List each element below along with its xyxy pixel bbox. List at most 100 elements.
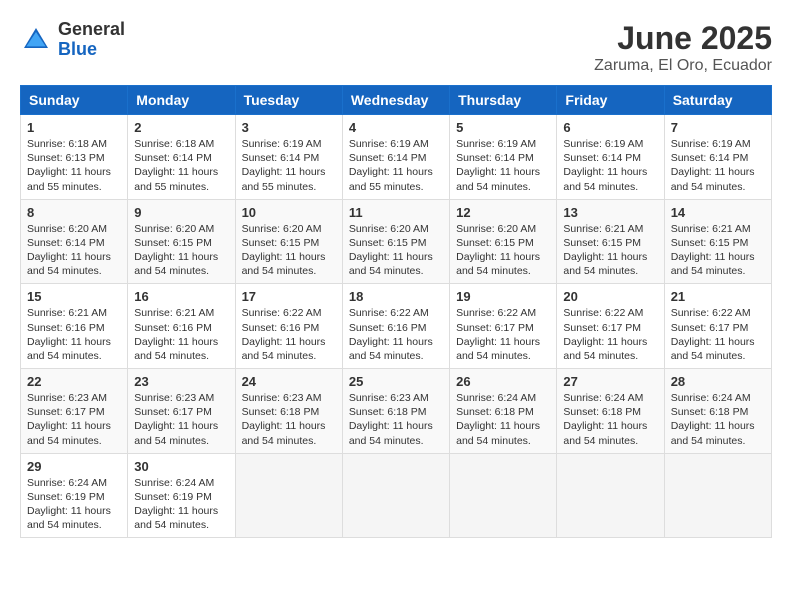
day-info: Sunrise: 6:23 AMSunset: 6:17 PMDaylight:…: [134, 391, 228, 448]
day-info: Sunrise: 6:24 AMSunset: 6:19 PMDaylight:…: [27, 476, 121, 533]
day-number: 12: [456, 205, 550, 220]
table-row: 24Sunrise: 6:23 AMSunset: 6:18 PMDayligh…: [235, 369, 342, 454]
col-tuesday: Tuesday: [235, 86, 342, 115]
table-row: 8 Sunrise: 6:20 AMSunset: 6:14 PMDaylight…: [21, 199, 128, 284]
col-thursday: Thursday: [450, 86, 557, 115]
calendar-header-row: Sunday Monday Tuesday Wednesday Thursday…: [21, 86, 772, 115]
day-number: 26: [456, 374, 550, 389]
day-number: 24: [242, 374, 336, 389]
day-info: Sunrise: 6:20 AMSunset: 6:15 PMDaylight:…: [456, 222, 550, 279]
day-info: Sunrise: 6:22 AMSunset: 6:17 PMDaylight:…: [456, 306, 550, 363]
table-row: 26 Sunrise: 6:24 AMSunset: 6:18 PMDayligh…: [450, 369, 557, 454]
day-number: 18: [349, 289, 443, 304]
logo-icon: [20, 24, 52, 56]
day-number: 19: [456, 289, 550, 304]
day-info: Sunrise: 6:18 AMSunset: 6:14 PMDaylight:…: [134, 137, 228, 194]
calendar-week-row: 29 Sunrise: 6:24 AMSunset: 6:19 PMDayligh…: [21, 453, 772, 538]
day-info: Sunrise: 6:22 AMSunset: 6:16 PMDaylight:…: [242, 306, 336, 363]
day-info: Sunrise: 6:20 AMSunset: 6:15 PMDaylight:…: [242, 222, 336, 279]
day-number: 2: [134, 120, 228, 135]
day-info: Sunrise: 6:24 AMSunset: 6:18 PMDaylight:…: [456, 391, 550, 448]
day-number: 17: [242, 289, 336, 304]
table-row: 19 Sunrise: 6:22 AMSunset: 6:17 PMDayligh…: [450, 284, 557, 369]
table-row: 30 Sunrise: 6:24 AMSunset: 6:19 PMDayligh…: [128, 453, 235, 538]
col-sunday: Sunday: [21, 86, 128, 115]
table-row: [235, 453, 342, 538]
day-info: Sunrise: 6:22 AMSunset: 6:17 PMDaylight:…: [563, 306, 657, 363]
day-info: Sunrise: 6:20 AMSunset: 6:15 PMDaylight:…: [134, 222, 228, 279]
day-info: Sunrise: 6:24 AMSunset: 6:19 PMDaylight:…: [134, 476, 228, 533]
day-number: 13: [563, 205, 657, 220]
day-info: Sunrise: 6:24 AMSunset: 6:18 PMDaylight:…: [671, 391, 765, 448]
day-number: 28: [671, 374, 765, 389]
day-number: 14: [671, 205, 765, 220]
calendar-week-row: 1 Sunrise: 6:18 AMSunset: 6:13 PMDaylight…: [21, 115, 772, 200]
day-number: 1: [27, 120, 121, 135]
month-title: June 2025: [594, 20, 772, 57]
table-row: 21 Sunrise: 6:22 AMSunset: 6:17 PMDayligh…: [664, 284, 771, 369]
table-row: [450, 453, 557, 538]
logo: General Blue: [20, 20, 125, 60]
day-number: 30: [134, 459, 228, 474]
table-row: 18 Sunrise: 6:22 AMSunset: 6:16 PMDayligh…: [342, 284, 449, 369]
day-number: 9: [134, 205, 228, 220]
day-info: Sunrise: 6:23 AMSunset: 6:18 PMDaylight:…: [349, 391, 443, 448]
table-row: 14 Sunrise: 6:21 AMSunset: 6:15 PMDayligh…: [664, 199, 771, 284]
table-row: 17 Sunrise: 6:22 AMSunset: 6:16 PMDayligh…: [235, 284, 342, 369]
table-row: 4Sunrise: 6:19 AMSunset: 6:14 PMDaylight…: [342, 115, 449, 200]
day-info: Sunrise: 6:19 AMSunset: 6:14 PMDaylight:…: [671, 137, 765, 194]
table-row: 23 Sunrise: 6:23 AMSunset: 6:17 PMDayligh…: [128, 369, 235, 454]
table-row: 7 Sunrise: 6:19 AMSunset: 6:14 PMDaylight…: [664, 115, 771, 200]
day-info: Sunrise: 6:20 AMSunset: 6:14 PMDaylight:…: [27, 222, 121, 279]
table-row: 20Sunrise: 6:22 AMSunset: 6:17 PMDayligh…: [557, 284, 664, 369]
day-info: Sunrise: 6:22 AMSunset: 6:16 PMDaylight:…: [349, 306, 443, 363]
day-number: 5: [456, 120, 550, 135]
day-number: 22: [27, 374, 121, 389]
day-number: 7: [671, 120, 765, 135]
table-row: 27Sunrise: 6:24 AMSunset: 6:18 PMDayligh…: [557, 369, 664, 454]
day-number: 8: [27, 205, 121, 220]
col-friday: Friday: [557, 86, 664, 115]
col-wednesday: Wednesday: [342, 86, 449, 115]
col-monday: Monday: [128, 86, 235, 115]
table-row: 22Sunrise: 6:23 AMSunset: 6:17 PMDayligh…: [21, 369, 128, 454]
day-info: Sunrise: 6:19 AMSunset: 6:14 PMDaylight:…: [563, 137, 657, 194]
table-row: 2 Sunrise: 6:18 AMSunset: 6:14 PMDaylight…: [128, 115, 235, 200]
table-row: 28 Sunrise: 6:24 AMSunset: 6:18 PMDayligh…: [664, 369, 771, 454]
day-number: 4: [349, 120, 443, 135]
table-row: 5Sunrise: 6:19 AMSunset: 6:14 PMDaylight…: [450, 115, 557, 200]
logo-blue-label: Blue: [58, 40, 125, 60]
day-info: Sunrise: 6:22 AMSunset: 6:17 PMDaylight:…: [671, 306, 765, 363]
day-number: 29: [27, 459, 121, 474]
table-row: 3 Sunrise: 6:19 AMSunset: 6:14 PMDaylight…: [235, 115, 342, 200]
day-number: 23: [134, 374, 228, 389]
day-info: Sunrise: 6:20 AMSunset: 6:15 PMDaylight:…: [349, 222, 443, 279]
day-info: Sunrise: 6:21 AMSunset: 6:15 PMDaylight:…: [671, 222, 765, 279]
day-info: Sunrise: 6:21 AMSunset: 6:16 PMDaylight:…: [27, 306, 121, 363]
day-info: Sunrise: 6:18 AMSunset: 6:13 PMDaylight:…: [27, 137, 121, 194]
day-info: Sunrise: 6:19 AMSunset: 6:14 PMDaylight:…: [242, 137, 336, 194]
location-label: Zaruma, El Oro, Ecuador: [594, 57, 772, 75]
day-number: 3: [242, 120, 336, 135]
day-number: 21: [671, 289, 765, 304]
page-header: General Blue June 2025 Zaruma, El Oro, E…: [20, 20, 772, 75]
table-row: 16 Sunrise: 6:21 AMSunset: 6:16 PMDayligh…: [128, 284, 235, 369]
table-row: 6 Sunrise: 6:19 AMSunset: 6:14 PMDaylight…: [557, 115, 664, 200]
table-row: 13 Sunrise: 6:21 AMSunset: 6:15 PMDayligh…: [557, 199, 664, 284]
calendar-week-row: 8 Sunrise: 6:20 AMSunset: 6:14 PMDaylight…: [21, 199, 772, 284]
calendar-week-row: 15Sunrise: 6:21 AMSunset: 6:16 PMDayligh…: [21, 284, 772, 369]
table-row: 11Sunrise: 6:20 AMSunset: 6:15 PMDayligh…: [342, 199, 449, 284]
table-row: 29 Sunrise: 6:24 AMSunset: 6:19 PMDayligh…: [21, 453, 128, 538]
day-number: 16: [134, 289, 228, 304]
table-row: 25 Sunrise: 6:23 AMSunset: 6:18 PMDayligh…: [342, 369, 449, 454]
table-row: 15Sunrise: 6:21 AMSunset: 6:16 PMDayligh…: [21, 284, 128, 369]
day-number: 6: [563, 120, 657, 135]
table-row: [557, 453, 664, 538]
day-info: Sunrise: 6:21 AMSunset: 6:15 PMDaylight:…: [563, 222, 657, 279]
day-info: Sunrise: 6:21 AMSunset: 6:16 PMDaylight:…: [134, 306, 228, 363]
table-row: 12 Sunrise: 6:20 AMSunset: 6:15 PMDayligh…: [450, 199, 557, 284]
logo-text: General Blue: [58, 20, 125, 60]
calendar-week-row: 22 Sunrise: 6:23 AMSunset: 6:17 PMDayligh…: [21, 369, 772, 454]
table-row: [664, 453, 771, 538]
day-number: 25: [349, 374, 443, 389]
